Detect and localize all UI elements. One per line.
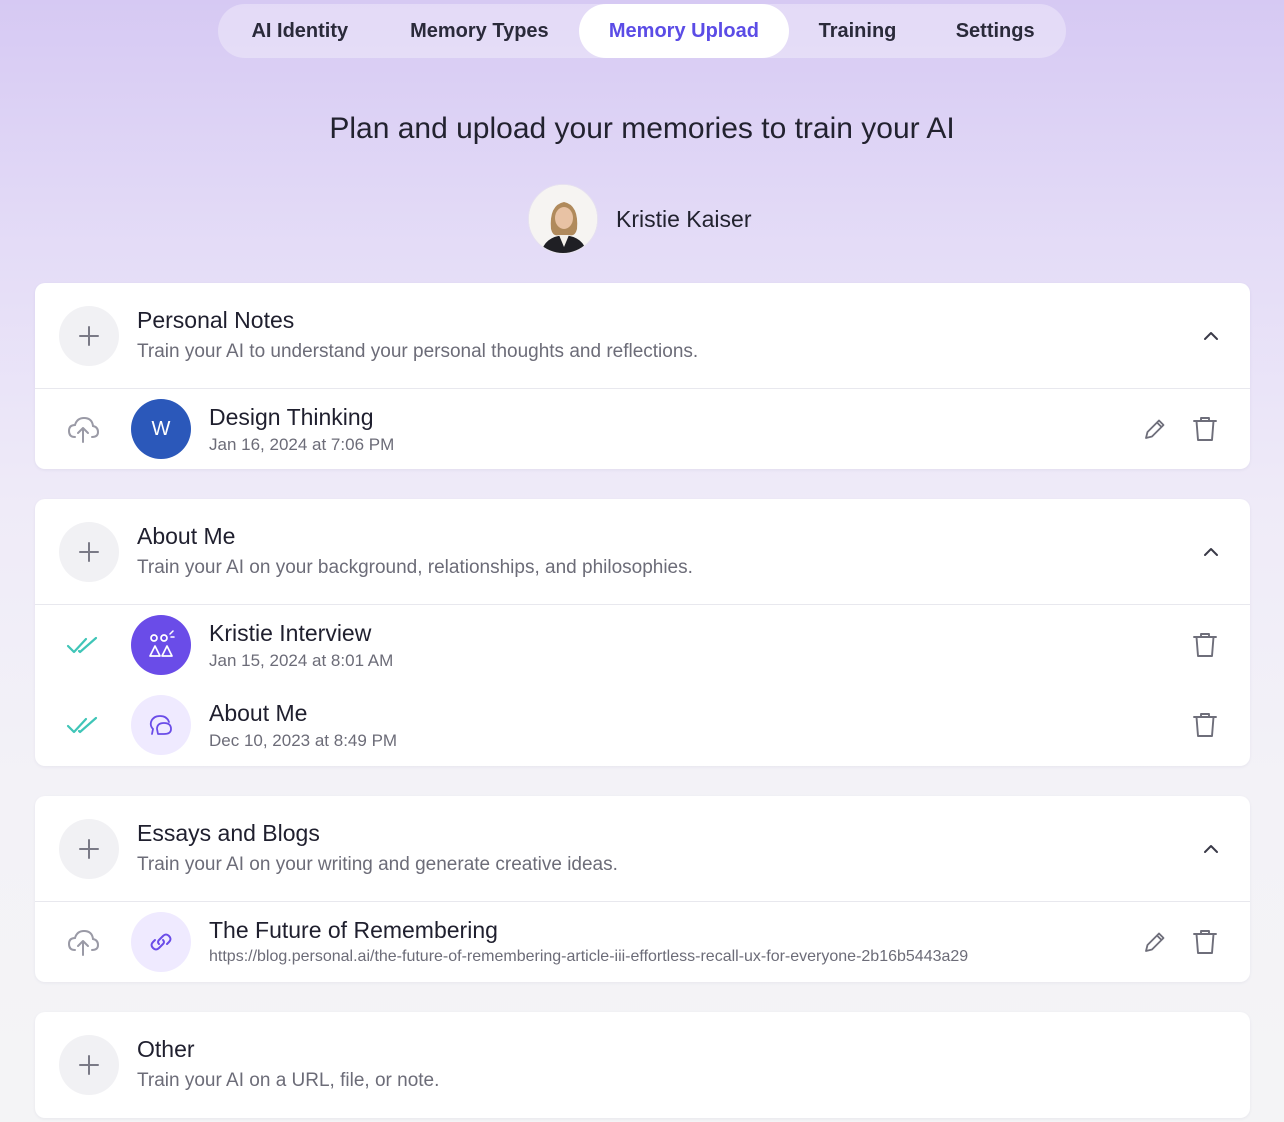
memory-url: https://blog.personal.ai/the-future-of-r… [209, 948, 969, 965]
chevron-up-icon[interactable] [1200, 541, 1222, 563]
memory-date: Jan 15, 2024 at 8:01 AM [209, 651, 394, 670]
section-header: Personal Notes Train your AI to understa… [35, 283, 1250, 389]
upload-cloud-icon[interactable] [65, 924, 101, 960]
memory-title: Design Thinking [209, 404, 374, 430]
trash-icon[interactable] [1190, 414, 1220, 444]
upload-cloud-icon[interactable] [65, 411, 101, 447]
add-memory-button[interactable] [59, 819, 119, 879]
section-title: Personal Notes [137, 307, 295, 333]
section-other: Other Train your AI on a URL, file, or n… [35, 1012, 1250, 1118]
word-doc-icon: W [131, 399, 191, 459]
memory-title: Kristie Interview [209, 620, 372, 646]
memory-date: Dec 10, 2023 at 8:49 PM [209, 731, 398, 750]
memory-title: About Me [209, 700, 308, 726]
section-header: Essays and Blogs Train your AI on your w… [35, 796, 1250, 902]
section-description: Train your AI on your background, relati… [137, 557, 693, 578]
double-check-icon [66, 716, 98, 734]
pencil-icon[interactable] [1140, 414, 1170, 444]
section-personal-notes: Personal Notes Train your AI to understa… [35, 283, 1250, 469]
add-memory-button[interactable] [59, 522, 119, 582]
section-header: Other Train your AI on a URL, file, or n… [35, 1012, 1250, 1118]
memory-item[interactable]: The Future of Remembering https://blog.p… [35, 902, 1250, 982]
double-check-icon [66, 636, 98, 654]
profile-name: Kristie Kaiser [616, 205, 752, 232]
plus-icon [79, 839, 99, 859]
avatar [528, 184, 598, 254]
trash-icon[interactable] [1190, 927, 1220, 957]
nav-tabs: AI Identity Memory Types Memory Upload T… [218, 4, 1066, 58]
plus-icon [79, 1055, 99, 1075]
add-memory-button[interactable] [59, 1035, 119, 1095]
memory-item[interactable]: Kristie Interview Jan 15, 2024 at 8:01 A… [35, 605, 1250, 685]
add-memory-button[interactable] [59, 306, 119, 366]
trash-icon[interactable] [1190, 630, 1220, 660]
trash-icon[interactable] [1190, 710, 1220, 740]
chevron-up-icon[interactable] [1200, 325, 1222, 347]
section-about-me: About Me Train your AI on your backgroun… [35, 499, 1250, 766]
tab-ai-identity[interactable]: AI Identity [220, 4, 380, 58]
tab-settings[interactable]: Settings [926, 4, 1064, 58]
memory-item[interactable]: About Me Dec 10, 2023 at 8:49 PM [35, 685, 1250, 765]
profile: Kristie Kaiser [528, 183, 751, 255]
memory-title: The Future of Remembering [209, 917, 498, 943]
tab-training[interactable]: Training [789, 4, 927, 58]
section-description: Train your AI on your writing and genera… [137, 854, 618, 875]
section-title: Other [137, 1036, 195, 1062]
section-header: About Me Train your AI on your backgroun… [35, 499, 1250, 605]
memory-item[interactable]: W Design Thinking Jan 16, 2024 at 7:06 P… [35, 389, 1250, 469]
page-title: Plan and upload your memories to train y… [329, 112, 955, 145]
tab-memory-upload[interactable]: Memory Upload [579, 4, 789, 58]
chat-bubbles-icon [131, 695, 191, 755]
tab-memory-types[interactable]: Memory Types [380, 4, 580, 58]
section-description: Train your AI to understand your persona… [137, 341, 699, 362]
section-description: Train your AI on a URL, file, or note. [137, 1070, 440, 1091]
chevron-up-icon[interactable] [1200, 838, 1222, 860]
interview-icon [131, 615, 191, 675]
section-title: About Me [137, 523, 236, 549]
pencil-icon[interactable] [1140, 927, 1170, 957]
section-title: Essays and Blogs [137, 820, 320, 846]
plus-icon [79, 326, 99, 346]
link-icon [131, 912, 191, 972]
plus-icon [79, 542, 99, 562]
memory-date: Jan 16, 2024 at 7:06 PM [209, 435, 395, 454]
section-essays-and-blogs: Essays and Blogs Train your AI on your w… [35, 796, 1250, 982]
